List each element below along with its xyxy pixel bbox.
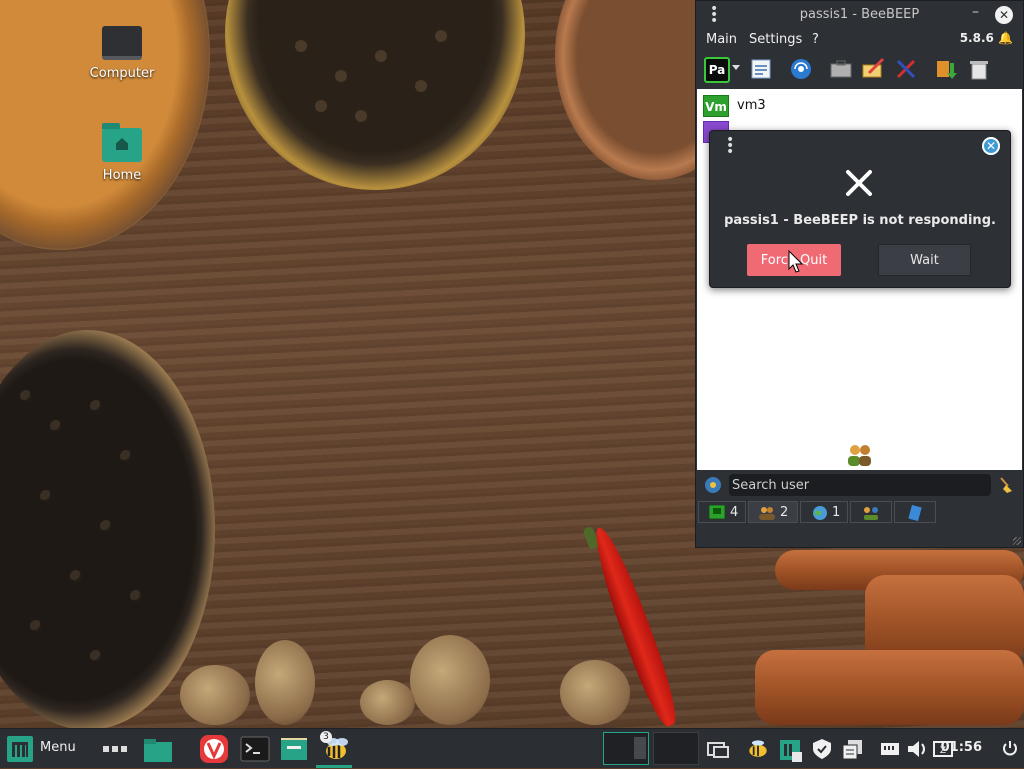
desktop-icon-label: Home — [102, 168, 142, 183]
bell-icon: 🔔 — [998, 31, 1013, 45]
notes-icon[interactable] — [749, 57, 773, 81]
cardamom-image — [255, 640, 315, 725]
view-tabs: 4 2 1 — [696, 501, 1023, 525]
tab-count: 4 — [730, 505, 739, 520]
users-icon — [709, 505, 725, 519]
menubar: Main Settings ? 5.8.6 🔔 — [696, 29, 1023, 51]
chat-globe-icon — [813, 506, 827, 520]
beebeep-badge: 3 — [320, 731, 332, 743]
clock[interactable]: 01:56 — [941, 740, 982, 755]
tools-icon[interactable] — [894, 57, 918, 81]
resize-grip[interactable] — [1013, 537, 1021, 545]
version-label: 5.8.6 🔔 — [959, 31, 1013, 45]
mouse-cursor-icon — [788, 250, 804, 273]
dialog-close-icon[interactable]: ✕ — [982, 137, 1000, 155]
tab-network[interactable] — [850, 501, 892, 523]
cinnamon-stick-image — [755, 650, 1024, 725]
network-wired-icon[interactable] — [878, 734, 902, 764]
compose-message-icon[interactable] — [861, 57, 885, 81]
search-user-input[interactable] — [729, 474, 991, 496]
dialog-menu-icon[interactable]: • • • — [726, 133, 734, 159]
clear-broom-icon[interactable] — [997, 476, 1015, 494]
menu-label: Menu — [40, 740, 76, 755]
taskbar: Menu 3 Z 01:56 — [0, 728, 1024, 768]
error-x-icon — [846, 170, 872, 196]
window-titlebar[interactable]: • • • passis1 - BeeBEEP – ✕ — [696, 1, 1023, 29]
tab-count: 2 — [780, 505, 789, 520]
window-switcher-icon[interactable] — [706, 734, 730, 764]
menu-help[interactable]: ? — [812, 32, 819, 47]
shield-icon[interactable] — [810, 734, 834, 764]
briefcase-icon[interactable] — [829, 57, 853, 81]
desktop-icon-label: Computer — [89, 66, 155, 81]
group-icon — [759, 507, 775, 520]
terminal-icon[interactable] — [240, 734, 270, 764]
cloves-bowl-image — [225, 0, 525, 190]
toolbar: Pa — [696, 53, 1023, 87]
workspace-2[interactable] — [653, 732, 699, 765]
tab-count: 1 — [832, 505, 841, 520]
tab-groups[interactable]: 2 — [748, 501, 798, 523]
menu-settings[interactable]: Settings — [749, 32, 802, 47]
list-item[interactable]: Vm vm3 — [703, 95, 1003, 119]
network-broadcast-icon[interactable] — [789, 57, 813, 81]
dialog-message: passis1 - BeeBEEP is not responding. — [724, 213, 996, 228]
chevron-down-icon[interactable] — [732, 65, 740, 70]
profile-status-button[interactable]: Pa — [704, 57, 730, 83]
cardamom-image — [360, 680, 415, 725]
user-avatar: Vm — [703, 95, 729, 117]
tab-files[interactable] — [894, 501, 936, 523]
vivaldi-browser-icon[interactable] — [199, 734, 229, 764]
show-desktop-icon[interactable] — [142, 734, 172, 764]
tab-users[interactable]: 4 — [698, 501, 746, 523]
mint-logo-icon — [7, 736, 33, 762]
user-name: vm3 — [737, 98, 766, 113]
trash-icon[interactable] — [967, 57, 991, 81]
workspace-1[interactable] — [603, 732, 649, 765]
peppercorn-bowl-image — [0, 330, 215, 728]
computer-icon — [102, 26, 142, 60]
file-sharing-icon — [908, 505, 922, 521]
group-users-icon — [848, 445, 871, 466]
wait-button[interactable]: Wait — [878, 244, 971, 276]
close-icon[interactable]: ✕ — [995, 6, 1013, 24]
minimize-icon[interactable]: – — [972, 4, 979, 20]
network-icon[interactable] — [704, 476, 722, 494]
desktop-icon-home[interactable]: Home — [82, 123, 162, 183]
search-area — [696, 471, 1023, 499]
cardamom-image — [560, 660, 630, 725]
start-menu-button[interactable]: Menu — [0, 729, 88, 769]
power-icon[interactable] — [1000, 734, 1020, 764]
home-folder-icon — [102, 123, 142, 162]
show-apps-icon[interactable] — [100, 734, 130, 764]
tab-chats[interactable]: 1 — [800, 501, 848, 523]
file-manager-icon[interactable] — [279, 734, 309, 764]
cardamom-image — [410, 635, 490, 725]
notifications-icon[interactable] — [840, 734, 866, 764]
network-users-icon — [864, 507, 878, 520]
download-icon[interactable] — [934, 57, 958, 81]
desktop-icon-computer[interactable]: Computer — [82, 26, 162, 81]
beebeep-tray-icon[interactable] — [745, 734, 771, 764]
update-manager-icon[interactable] — [778, 734, 804, 764]
not-responding-dialog: • • • ✕ passis1 - BeeBEEP is not respondin… — [709, 130, 1011, 288]
cardamom-image — [180, 665, 250, 725]
menu-main[interactable]: Main — [706, 32, 737, 47]
volume-icon[interactable] — [905, 734, 929, 764]
